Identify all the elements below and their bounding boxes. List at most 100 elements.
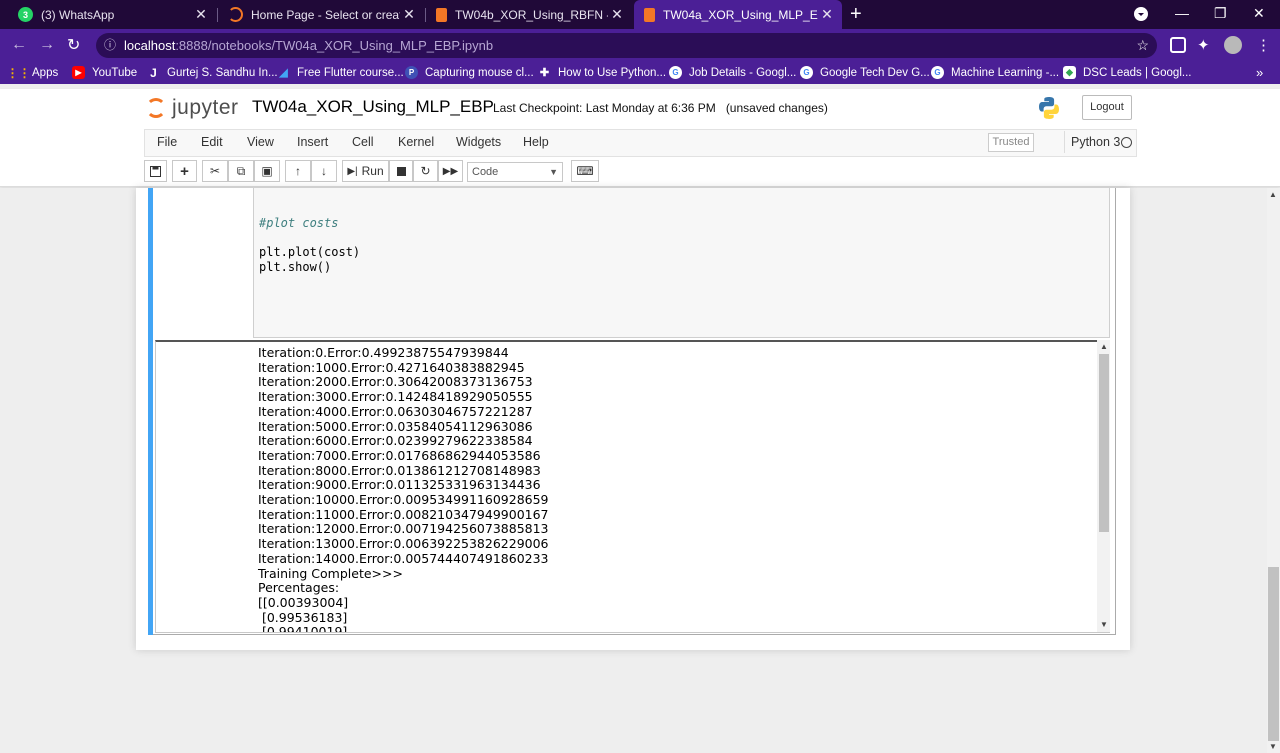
output-line: Iteration:10000.Error:0.0095349911609286… bbox=[258, 492, 549, 508]
output-line: Iteration:14000.Error:0.0057444074918602… bbox=[258, 550, 549, 566]
youtube-icon: ▶ bbox=[72, 66, 85, 79]
bookmark-machine-learning[interactable]: G Machine Learning -... bbox=[931, 66, 1059, 79]
bookmark-how-to-python[interactable]: ✚ How to Use Python... bbox=[538, 66, 666, 80]
output-line: [0.99536183] bbox=[258, 609, 348, 625]
close-window-button[interactable]: ✕ bbox=[1253, 5, 1265, 22]
menu-edit[interactable]: Edit bbox=[201, 135, 223, 149]
plus-logo-icon: ✚ bbox=[539, 67, 550, 79]
menu-kernel[interactable]: Kernel bbox=[398, 135, 434, 149]
bookmark-label: Google Tech Dev G... bbox=[820, 66, 930, 79]
cell-type-select[interactable]: Code ▼ bbox=[467, 162, 563, 182]
more-bookmarks-button[interactable]: » bbox=[1256, 65, 1263, 80]
restart-run-all-button[interactable]: ▶▶ bbox=[438, 160, 463, 182]
more-options-icon[interactable]: ⋮ bbox=[1256, 36, 1272, 54]
bookmark-youtube[interactable]: ▶ YouTube bbox=[72, 66, 137, 79]
cut-button[interactable]: ✂ bbox=[202, 160, 228, 182]
copy-button[interactable]: ⧉ bbox=[228, 160, 254, 182]
pocket-extension-icon[interactable] bbox=[1170, 37, 1186, 53]
jupyter-logo[interactable]: jupyter bbox=[146, 96, 239, 120]
bookmark-label: DSC Leads | Googl... bbox=[1083, 66, 1192, 79]
menu-help[interactable]: Help bbox=[523, 135, 549, 149]
profile-menu-icon[interactable] bbox=[1134, 7, 1148, 21]
menu-view[interactable]: View bbox=[247, 135, 274, 149]
p-logo-icon: P bbox=[405, 66, 418, 79]
forward-icon[interactable]: → bbox=[39, 36, 55, 54]
unsaved-changes: (unsaved changes) bbox=[725, 101, 828, 115]
scroll-down-icon[interactable]: ▼ bbox=[1100, 620, 1108, 629]
bookmark-label: Free Flutter course... bbox=[297, 66, 404, 79]
bookmark-apps[interactable]: ⋮⋮ Apps bbox=[7, 66, 59, 80]
menu-widgets[interactable]: Widgets bbox=[456, 135, 501, 149]
url-bar[interactable]: ⓘ localhost:8888/notebooks/TW04a_XOR_Usi… bbox=[96, 33, 1157, 58]
bookmark-flutter[interactable]: ◢ Free Flutter course... bbox=[277, 66, 404, 80]
reload-icon[interactable]: ↻ bbox=[67, 35, 80, 55]
close-tab-icon[interactable]: ✕ bbox=[608, 6, 626, 23]
menu-insert[interactable]: Insert bbox=[297, 135, 328, 149]
close-tab-icon[interactable]: ✕ bbox=[818, 6, 836, 23]
profile-avatar[interactable] bbox=[1224, 36, 1242, 54]
bookmark-google-tech-dev[interactable]: G Google Tech Dev G... bbox=[800, 66, 930, 79]
jupyter-icon bbox=[228, 7, 243, 22]
output-line: Iteration:4000.Error:0.06303046757221287 bbox=[258, 403, 533, 419]
new-tab-button[interactable]: + bbox=[850, 3, 862, 26]
output-line: Iteration:1000.Error:0.4271640383882945 bbox=[258, 359, 525, 375]
output-line: Iteration:11000.Error:0.0082103479499001… bbox=[258, 506, 549, 522]
tab-whatsapp[interactable]: 3 (3) WhatsApp ✕ bbox=[8, 0, 216, 29]
bookmark-label: YouTube bbox=[92, 66, 138, 79]
step-forward-icon: ▶| bbox=[347, 165, 358, 177]
code-input-area[interactable] bbox=[253, 188, 1110, 338]
close-tab-icon[interactable]: ✕ bbox=[192, 6, 210, 23]
tab-title: TW04b_XOR_Using_RBFN - Jupyt bbox=[455, 7, 608, 22]
bookmark-label: Machine Learning -... bbox=[951, 66, 1060, 79]
extensions-puzzle-icon[interactable]: ✦ bbox=[1197, 36, 1213, 54]
site-info-icon[interactable]: ⓘ bbox=[104, 33, 116, 58]
tab-home-page[interactable]: Home Page - Select or create a n ✕ bbox=[218, 0, 424, 29]
logout-button[interactable]: Logout bbox=[1082, 95, 1132, 120]
output-line: Iteration:2000.Error:0.30642008373136753 bbox=[258, 374, 533, 390]
menu-cell[interactable]: Cell bbox=[352, 135, 374, 149]
paste-button[interactable]: ▣ bbox=[254, 160, 280, 182]
interrupt-button[interactable] bbox=[389, 160, 413, 182]
page-scrollbar-thumb[interactable] bbox=[1268, 567, 1279, 741]
move-up-button[interactable]: ↑ bbox=[285, 160, 311, 182]
move-down-button[interactable]: ↓ bbox=[311, 160, 337, 182]
scroll-up-icon[interactable]: ▲ bbox=[1100, 342, 1108, 351]
command-palette-button[interactable]: ⌨ bbox=[571, 160, 599, 182]
code-line-comment[interactable]: #plot costs bbox=[259, 216, 338, 230]
bookmark-capturing-mouse[interactable]: P Capturing mouse cl... bbox=[405, 66, 534, 79]
code-line[interactable]: plt.plot(cost) bbox=[259, 245, 360, 259]
close-tab-icon[interactable]: ✕ bbox=[400, 6, 418, 23]
minimize-button[interactable]: — bbox=[1175, 5, 1189, 21]
trusted-indicator[interactable]: Trusted bbox=[988, 133, 1034, 152]
menu-file[interactable]: File bbox=[157, 135, 177, 149]
bookmark-job-details[interactable]: G Job Details - Googl... bbox=[669, 66, 796, 79]
run-button[interactable]: ▶| Run bbox=[342, 160, 389, 182]
bookmark-star-icon[interactable]: ☆ bbox=[1136, 33, 1149, 58]
tab-mlp-notebook[interactable]: TW04a_XOR_Using_MLP_EBP - Ju ✕ bbox=[634, 0, 842, 29]
google-icon: G bbox=[800, 66, 813, 79]
back-icon[interactable]: ← bbox=[11, 36, 27, 54]
notebook-icon bbox=[436, 7, 447, 22]
restart-button[interactable]: ↻ bbox=[413, 160, 438, 182]
bookmark-label: Job Details - Googl... bbox=[689, 66, 797, 79]
dsc-logo-icon: ◆ bbox=[1063, 66, 1076, 79]
save-button[interactable] bbox=[144, 160, 167, 182]
scroll-down-icon[interactable]: ▼ bbox=[1269, 742, 1277, 751]
restore-button[interactable]: ❐ bbox=[1214, 5, 1227, 22]
output-line: Percentages: bbox=[258, 580, 340, 596]
tab-title: Home Page - Select or create a n bbox=[251, 7, 400, 22]
kernel-status-indicator-icon bbox=[1121, 137, 1132, 148]
bookmark-gurtej[interactable]: J Gurtej S. Sandhu In... bbox=[147, 66, 277, 80]
tab-title: TW04a_XOR_Using_MLP_EBP - Ju bbox=[663, 7, 818, 22]
notebook-name[interactable]: TW04a_XOR_Using_MLP_EBP bbox=[252, 97, 494, 117]
output-scrollbar-thumb[interactable] bbox=[1099, 354, 1109, 532]
insert-cell-button[interactable]: + bbox=[172, 160, 197, 182]
scroll-up-icon[interactable]: ▲ bbox=[1269, 190, 1277, 199]
cell-output-area[interactable]: Iteration:0.Error:0.49923875547939844 Ite… bbox=[155, 340, 1110, 633]
jupyter-wordmark: jupyter bbox=[172, 96, 239, 119]
kernel-name[interactable]: Python 3 bbox=[1064, 131, 1120, 153]
tab-rbfn-notebook[interactable]: TW04b_XOR_Using_RBFN - Jupyt ✕ bbox=[426, 0, 632, 29]
code-line[interactable]: plt.show() bbox=[259, 260, 331, 274]
bookmark-dsc-leads[interactable]: ◆ DSC Leads | Googl... bbox=[1063, 66, 1191, 79]
output-line: [[0.00393004] bbox=[258, 594, 349, 610]
